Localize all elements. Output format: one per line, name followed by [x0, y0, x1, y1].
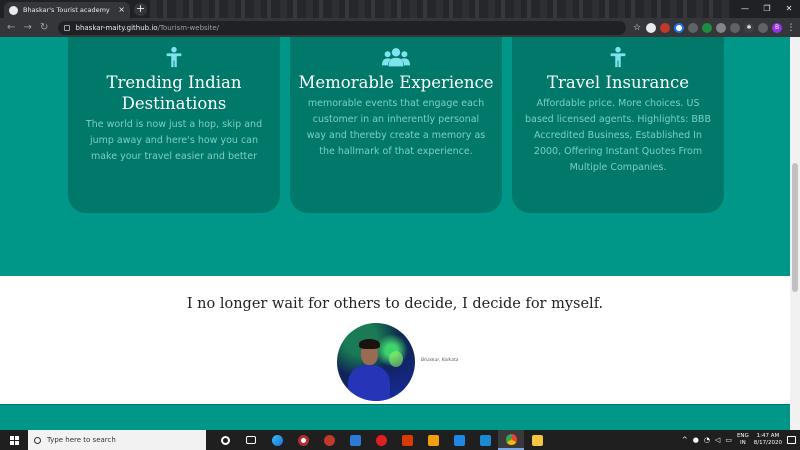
windows-logo-icon [9, 435, 19, 445]
avatar-body [348, 365, 390, 401]
forward-button[interactable]: → [21, 20, 36, 35]
card-title: Travel Insurance [547, 73, 689, 92]
lock-icon [63, 24, 70, 31]
features-section: Trending Indian Destinations The world i… [0, 37, 790, 276]
start-button[interactable] [0, 430, 28, 450]
tab-close-icon[interactable]: × [118, 6, 125, 14]
search-placeholder: Type here to search [47, 436, 116, 444]
language-code: ENG [736, 433, 749, 439]
windows-taskbar: Type here to search ^ ● ◔ ◁ ▭ ENG IN 1:4… [0, 430, 800, 450]
close-window-button[interactable]: ✕ [778, 0, 800, 18]
scrollbar-thumb[interactable] [792, 163, 798, 292]
tray-chevron-icon[interactable]: ^ [682, 436, 688, 444]
extension-icon[interactable] [716, 22, 727, 33]
network-icon[interactable]: ◔ [704, 436, 710, 444]
window-controls: — ❐ ✕ [734, 0, 800, 18]
url-domain: bhaskar-maity.github.io [75, 23, 158, 32]
browser-toolbar: ← → ↻ bhaskar-maity.github.io /Tourism-w… [0, 18, 800, 37]
card-title: Trending Indian Destinations [106, 73, 242, 113]
taskbar-apps [212, 430, 550, 450]
taskbar-search[interactable]: Type here to search [28, 430, 206, 450]
edge-icon[interactable] [264, 430, 290, 450]
cortana-icon[interactable] [212, 430, 238, 450]
web-page: Trending Indian Destinations The world i… [0, 37, 790, 430]
testimonial-caption: Bhaskar, Kolkata [421, 358, 459, 363]
extension-icon[interactable] [730, 22, 741, 33]
extension-icon[interactable] [758, 22, 769, 33]
clock-time: 1:47 AM [756, 433, 780, 439]
testimonial-quote: I no longer wait for others to decide, I… [186, 296, 604, 312]
maximize-button[interactable]: ❐ [756, 0, 778, 18]
language-indicator[interactable]: ENG IN [737, 433, 749, 447]
extension-icon[interactable] [660, 22, 671, 33]
reload-button[interactable]: ↻ [37, 20, 52, 35]
opera-icon[interactable] [368, 430, 394, 450]
minimize-button[interactable]: — [734, 0, 756, 18]
app-icon[interactable] [342, 430, 368, 450]
app-icon[interactable] [394, 430, 420, 450]
feature-card: Memorable Experience memorable events th… [290, 37, 502, 213]
tray-app-icon[interactable]: ● [693, 436, 699, 444]
background-light [389, 351, 403, 367]
card-title: Memorable Experience [298, 73, 494, 92]
browser-tabstrip: Bhaskar's Tourist academy × + — ❐ ✕ [0, 0, 800, 18]
volume-icon[interactable]: ◁ [715, 436, 720, 444]
task-view-icon[interactable] [238, 430, 264, 450]
url-path: /Tourism-website/ [157, 23, 220, 32]
system-tray: ^ ● ◔ ◁ ▭ ENG IN 1:47 AM 8/17/2020 [682, 433, 800, 447]
chrome-icon[interactable] [498, 430, 524, 450]
avatar-hair [359, 339, 380, 349]
app-icon[interactable] [290, 430, 316, 450]
extension-icon[interactable] [674, 22, 685, 33]
sublime-icon[interactable] [420, 430, 446, 450]
profile-avatar[interactable]: B [772, 22, 783, 33]
bookmark-star-icon[interactable]: ☆ [632, 23, 642, 33]
github-favicon-icon [9, 5, 18, 15]
app-icon[interactable] [446, 430, 472, 450]
back-button[interactable]: ← [4, 20, 19, 35]
person-icon [610, 46, 626, 68]
battery-icon[interactable]: ▭ [725, 436, 732, 444]
clock[interactable]: 1:47 AM 8/17/2020 [754, 433, 782, 447]
group-icon [382, 48, 410, 67]
file-explorer-icon[interactable] [524, 430, 550, 450]
page-scrollbar[interactable] [790, 37, 800, 430]
notification-icon[interactable] [787, 436, 796, 444]
vscode-icon[interactable] [472, 430, 498, 450]
card-text: The world is now just a hop, skip and ju… [85, 119, 263, 162]
browser-tab[interactable]: Bhaskar's Tourist academy × [4, 2, 130, 18]
browser-menu-icon[interactable]: ⋮ [786, 23, 796, 33]
extension-icon[interactable] [646, 22, 657, 33]
feature-card: Travel Insurance Affordable price. More … [512, 37, 724, 213]
extension-icon[interactable] [688, 22, 699, 33]
address-bar[interactable]: bhaskar-maity.github.io /Tourism-website… [57, 20, 627, 35]
settings-gear-icon[interactable] [316, 430, 342, 450]
testimonial-avatar [337, 323, 415, 401]
extension-icon[interactable] [702, 22, 713, 33]
extension-icons: ☆ ✱ B ⋮ [632, 22, 796, 33]
tab-title: Bhaskar's Tourist academy [23, 6, 110, 14]
new-tab-button[interactable]: + [134, 3, 147, 16]
clock-date: 8/17/2020 [753, 440, 782, 446]
region-code: IN [739, 440, 746, 446]
puzzle-icon[interactable]: ✱ [744, 22, 755, 33]
search-icon [34, 436, 41, 444]
testimonial-section: I no longer wait for others to decide, I… [0, 276, 790, 404]
card-text: memorable events that engage each custom… [306, 98, 486, 157]
feature-card: Trending Indian Destinations The world i… [68, 37, 280, 213]
person-icon [166, 46, 182, 68]
footer-band [0, 404, 790, 430]
card-text: Affordable price. More choices. US based… [525, 98, 711, 173]
